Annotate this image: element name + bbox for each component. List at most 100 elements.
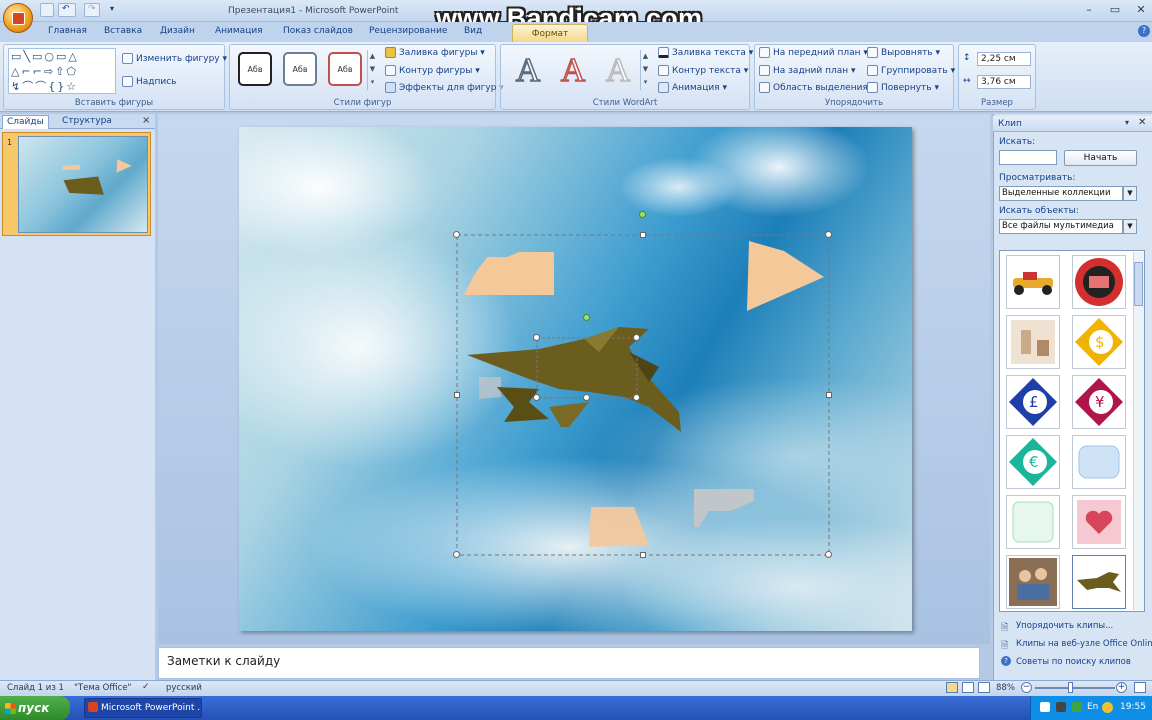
shape-style-1[interactable]: Абв	[238, 52, 272, 86]
qat-customize-icon[interactable]: ▾	[110, 4, 114, 13]
browse-dropdown-icon[interactable]: ▼	[1123, 186, 1137, 201]
wordart-style-2[interactable]: A	[555, 52, 591, 90]
align-button[interactable]: Выровнять ▾	[867, 47, 940, 58]
resize-handle[interactable]	[826, 392, 832, 398]
styles-scroll[interactable]: ▲ ▼ ▾	[367, 50, 377, 90]
undo-icon[interactable]: ↶	[58, 3, 76, 17]
yen-clip[interactable]: ¥	[1072, 375, 1126, 429]
language-tray[interactable]: En	[1087, 702, 1098, 712]
shape-effects-button[interactable]: Эффекты для фигур ▾	[385, 82, 504, 93]
clip-scroll-thumb[interactable]	[1134, 262, 1143, 306]
airplane-clip[interactable]	[1072, 555, 1126, 609]
euro-clip[interactable]: €	[1006, 435, 1060, 489]
office-online-link[interactable]: Клипы на веб-узле Office Online	[1016, 639, 1152, 649]
taskbar-powerpoint[interactable]: Microsoft PowerPoint ...	[84, 698, 202, 718]
redo-icon[interactable]: ↷	[84, 3, 100, 17]
theme-name[interactable]: "Тема Office"	[74, 683, 131, 693]
rotation-handle[interactable]	[583, 314, 590, 321]
textbox-button[interactable]: Надпись	[122, 76, 177, 87]
rotate-button[interactable]: Повернуть ▾	[867, 82, 939, 93]
save-icon[interactable]	[40, 3, 54, 17]
pane-menu-icon[interactable]: ▾	[1125, 118, 1129, 127]
text-outline-button[interactable]: Контур текста ▾	[658, 65, 748, 76]
slide-canvas[interactable]	[239, 127, 912, 631]
wordart-scroll[interactable]: ▲ ▼ ▾	[640, 50, 650, 90]
people-clip[interactable]	[1006, 555, 1060, 609]
organize-clips-link[interactable]: Упорядочить клипы...	[1016, 621, 1113, 631]
tab-outline[interactable]: Структура	[58, 115, 116, 129]
tab-home[interactable]: Главная	[48, 26, 87, 36]
pound-clip[interactable]: £	[1006, 375, 1060, 429]
resize-handle[interactable]	[633, 394, 640, 401]
zoom-in-icon[interactable]: +	[1116, 682, 1127, 693]
height-input[interactable]: 2,25 см	[977, 52, 1031, 66]
resize-handle[interactable]	[453, 551, 460, 558]
slideshow-view-icon[interactable]	[978, 682, 990, 693]
shapes-gallery[interactable]: ▭╲▭○▭△ △⌐⌐⇨⇧⬠ ↯⌒⌒{}☆	[8, 48, 116, 94]
spellcheck-icon[interactable]: ✓	[142, 682, 150, 692]
selection-pane-button[interactable]: Область выделения	[759, 82, 868, 93]
width-input[interactable]: 3,76 см	[977, 75, 1031, 89]
tab-insert[interactable]: Вставка	[104, 26, 142, 36]
resize-handle[interactable]	[640, 232, 646, 238]
resize-handle[interactable]	[633, 334, 640, 341]
green-frame-clip[interactable]	[1006, 495, 1060, 549]
tab-animation[interactable]: Анимация	[215, 26, 263, 36]
shape-fill-button[interactable]: Заливка фигуры ▾	[385, 47, 485, 58]
dollar-clip[interactable]: $	[1072, 315, 1126, 369]
tab-slideshow[interactable]: Показ слайдов	[283, 26, 353, 36]
media-dropdown-icon[interactable]: ▼	[1123, 219, 1137, 234]
normal-view-icon[interactable]	[946, 682, 958, 693]
fit-to-window-icon[interactable]	[1134, 682, 1146, 693]
money-circle-clip[interactable]	[1072, 255, 1126, 309]
minimize-icon[interactable]: –	[1076, 1, 1102, 19]
tray-icon[interactable]	[1072, 702, 1082, 712]
shape-style-2[interactable]: Абв	[283, 52, 317, 86]
resize-handle[interactable]	[640, 552, 646, 558]
tab-format[interactable]: Формат	[512, 24, 588, 42]
zoom-out-icon[interactable]: −	[1021, 682, 1032, 693]
tray-icon[interactable]	[1040, 702, 1050, 712]
tab-slides[interactable]: Слайды	[2, 115, 49, 129]
race-car-clip[interactable]	[1006, 255, 1060, 309]
resize-handle[interactable]	[825, 231, 832, 238]
help-icon[interactable]: ?	[1138, 25, 1150, 37]
text-animation-button[interactable]: Анимация ▾	[658, 82, 727, 93]
resize-handle[interactable]	[453, 231, 460, 238]
resize-handle[interactable]	[583, 394, 590, 401]
resize-handle[interactable]	[454, 392, 460, 398]
browse-select[interactable]: Выделенные коллекции	[999, 186, 1123, 201]
media-type-select[interactable]: Все файлы мультимедиа	[999, 219, 1123, 234]
tray-icon[interactable]	[1102, 702, 1113, 713]
change-shape-button[interactable]: Изменить фигуру ▾	[122, 53, 227, 64]
zoom-slider-thumb[interactable]	[1067, 682, 1073, 693]
resize-handle[interactable]	[825, 551, 832, 558]
slide-thumbnail[interactable]	[18, 136, 148, 233]
resize-handle[interactable]	[533, 334, 540, 341]
tab-review[interactable]: Рецензирование	[369, 26, 447, 36]
slide-sorter-icon[interactable]	[962, 682, 974, 693]
text-fill-button[interactable]: Заливка текста ▾	[658, 47, 753, 58]
language-indicator[interactable]: русский	[166, 683, 202, 693]
bring-front-button[interactable]: На передний план ▾	[759, 47, 868, 58]
wordart-style-1[interactable]: A	[510, 52, 546, 90]
hand-coins-clip[interactable]	[1006, 315, 1060, 369]
wordart-style-3[interactable]: A	[600, 52, 636, 90]
clip-search-button[interactable]: Начать	[1064, 150, 1137, 166]
resize-handle[interactable]	[533, 394, 540, 401]
clip-search-input[interactable]	[999, 150, 1057, 165]
maximize-icon[interactable]: ▭	[1102, 1, 1128, 19]
close-icon[interactable]: ✕	[1128, 1, 1152, 19]
zoom-slider-track[interactable]	[1035, 687, 1115, 689]
notes-field[interactable]: Заметки к слайду	[158, 647, 980, 679]
tab-view[interactable]: Вид	[464, 26, 482, 36]
group-button[interactable]: Группировать ▾	[867, 65, 955, 76]
close-pane-icon[interactable]: ×	[142, 115, 150, 126]
zoom-percent[interactable]: 88%	[996, 683, 1015, 693]
rotation-handle[interactable]	[639, 211, 646, 218]
office-button[interactable]	[3, 3, 33, 33]
close-clip-pane-icon[interactable]: ✕	[1138, 117, 1146, 128]
shape-style-3[interactable]: Абв	[328, 52, 362, 86]
shape-outline-button[interactable]: Контур фигуры ▾	[385, 65, 480, 76]
search-tips-link[interactable]: Советы по поиску клипов	[1016, 657, 1131, 667]
